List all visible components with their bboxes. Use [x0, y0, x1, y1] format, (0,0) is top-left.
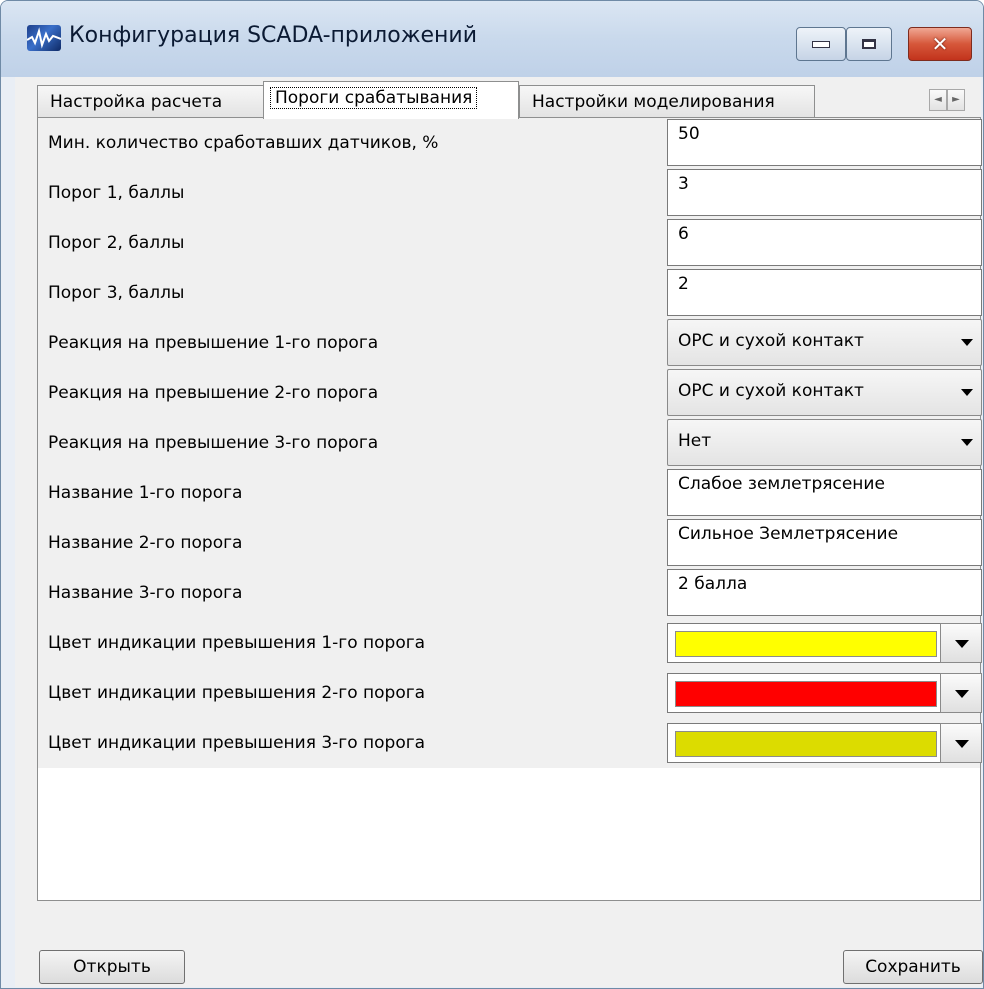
tab-calculation-settings[interactable]: Настройка расчета: [37, 85, 265, 117]
row-label: Реакция на превышение 1-го порога: [48, 333, 379, 353]
row-label: Название 1-го порога: [48, 483, 243, 503]
row-label: Порог 2, баллы: [48, 233, 185, 253]
chevron-down-icon: [955, 740, 969, 748]
maximize-button[interactable]: [846, 27, 892, 61]
save-button[interactable]: Сохранить: [843, 950, 983, 984]
row-label: Порог 3, баллы: [48, 283, 185, 303]
threshold-2-name-input[interactable]: Сильное Землетрясение: [667, 519, 982, 566]
tab-strip: Настройка расчета Пороги срабатывания На…: [15, 77, 981, 119]
window-title: Конфигурация SCADA-приложений: [69, 23, 478, 48]
row-label: Цвет индикации превышения 1-го порога: [48, 633, 426, 653]
grid-row-color-1: Цвет индикации превышения 1-го порога: [38, 618, 982, 668]
chevron-down-icon: [955, 640, 969, 648]
row-label: Название 3-го порога: [48, 583, 243, 603]
maximize-icon: [862, 39, 876, 49]
chevron-down-icon: [961, 339, 973, 346]
threshold-1-name-input[interactable]: Слабое землетрясение: [667, 469, 982, 516]
grid-row-threshold-1: Порог 1, баллы 3: [38, 168, 982, 218]
close-button[interactable]: ✕: [908, 27, 972, 61]
tab-label: Настройки моделирования: [532, 92, 775, 112]
tab-scroll-left-button[interactable]: ◄: [929, 89, 947, 111]
row-label: Реакция на превышение 2-го порога: [48, 383, 379, 403]
row-label: Мин. количество сработавших датчиков, %: [48, 133, 439, 153]
grid-row-name-3: Название 3-го порога 2 балла: [38, 568, 982, 618]
color-1-picker[interactable]: [667, 623, 971, 663]
row-label: Порог 1, баллы: [48, 183, 185, 203]
reaction-3-select[interactable]: Нет: [667, 419, 982, 466]
color-3-dropdown-button[interactable]: [940, 723, 982, 763]
row-label: Цвет индикации превышения 3-го порога: [48, 733, 426, 753]
color-2-picker[interactable]: [667, 673, 971, 713]
color-swatch: [675, 731, 937, 757]
chevron-down-icon: [961, 389, 973, 396]
tab-label: Настройка расчета: [50, 92, 223, 112]
reaction-1-select[interactable]: OPC и сухой контакт: [667, 319, 982, 366]
app-window: Конфигурация SCADA-приложений ✕ Настройк…: [0, 0, 984, 989]
grid-row-reaction-3: Реакция на превышение 3-го порога Нет: [38, 418, 982, 468]
chevron-down-icon: [955, 690, 969, 698]
tab-thresholds[interactable]: Пороги срабатывания: [263, 81, 519, 119]
select-value: OPC и сухой контакт: [678, 331, 864, 351]
minimize-button[interactable]: [796, 27, 846, 61]
chevron-left-icon: ◄: [934, 94, 942, 105]
app-icon: [27, 25, 61, 51]
color-1-dropdown-button[interactable]: [940, 623, 982, 663]
client-area: Настройка расчета Пороги срабатывания На…: [15, 77, 983, 987]
reaction-2-select[interactable]: OPC и сухой контакт: [667, 369, 982, 416]
row-label: Цвет индикации превышения 2-го порога: [48, 683, 426, 703]
color-3-picker[interactable]: [667, 723, 971, 763]
threshold-3-input[interactable]: 2: [667, 269, 982, 316]
color-2-dropdown-button[interactable]: [940, 673, 982, 713]
select-value: Нет: [678, 431, 712, 451]
grid-row-reaction-1: Реакция на превышение 1-го порога OPC и …: [38, 318, 982, 368]
grid-row-reaction-2: Реакция на превышение 2-го порога OPC и …: [38, 368, 982, 418]
threshold-2-input[interactable]: 6: [667, 219, 982, 266]
grid-row-min-sensors: Мин. количество сработавших датчиков, % …: [38, 118, 982, 168]
min-sensors-input[interactable]: 50: [667, 119, 982, 166]
select-value: OPC и сухой контакт: [678, 381, 864, 401]
thresholds-panel: Мин. количество сработавших датчиков, % …: [37, 117, 982, 901]
threshold-3-name-input[interactable]: 2 балла: [667, 569, 982, 616]
color-swatch: [675, 631, 937, 657]
minimize-icon: [812, 40, 830, 48]
threshold-1-input[interactable]: 3: [667, 169, 982, 216]
tab-label: Пороги срабатывания: [270, 87, 478, 109]
grid-row-name-1: Название 1-го порога Слабое землетрясени…: [38, 468, 982, 518]
row-label: Реакция на превышение 3-го порога: [48, 433, 379, 453]
close-icon: ✕: [931, 32, 949, 56]
row-label: Название 2-го порога: [48, 533, 243, 553]
grid-row-color-3: Цвет индикации превышения 3-го порога: [38, 718, 982, 768]
grid-row-color-2: Цвет индикации превышения 2-го порога: [38, 668, 982, 718]
chevron-right-icon: ►: [952, 94, 960, 105]
chevron-down-icon: [961, 439, 973, 446]
grid-row-threshold-3: Порог 3, баллы 2: [38, 268, 982, 318]
color-swatch: [675, 681, 937, 707]
title-bar[interactable]: Конфигурация SCADA-приложений ✕: [1, 1, 983, 77]
grid-row-name-2: Название 2-го порога Сильное Землетрясен…: [38, 518, 982, 568]
open-button[interactable]: Открыть: [39, 950, 185, 984]
tab-scroll-right-button[interactable]: ►: [947, 89, 965, 111]
grid-row-threshold-2: Порог 2, баллы 6: [38, 218, 982, 268]
tab-modeling-settings[interactable]: Настройки моделирования: [519, 85, 815, 117]
